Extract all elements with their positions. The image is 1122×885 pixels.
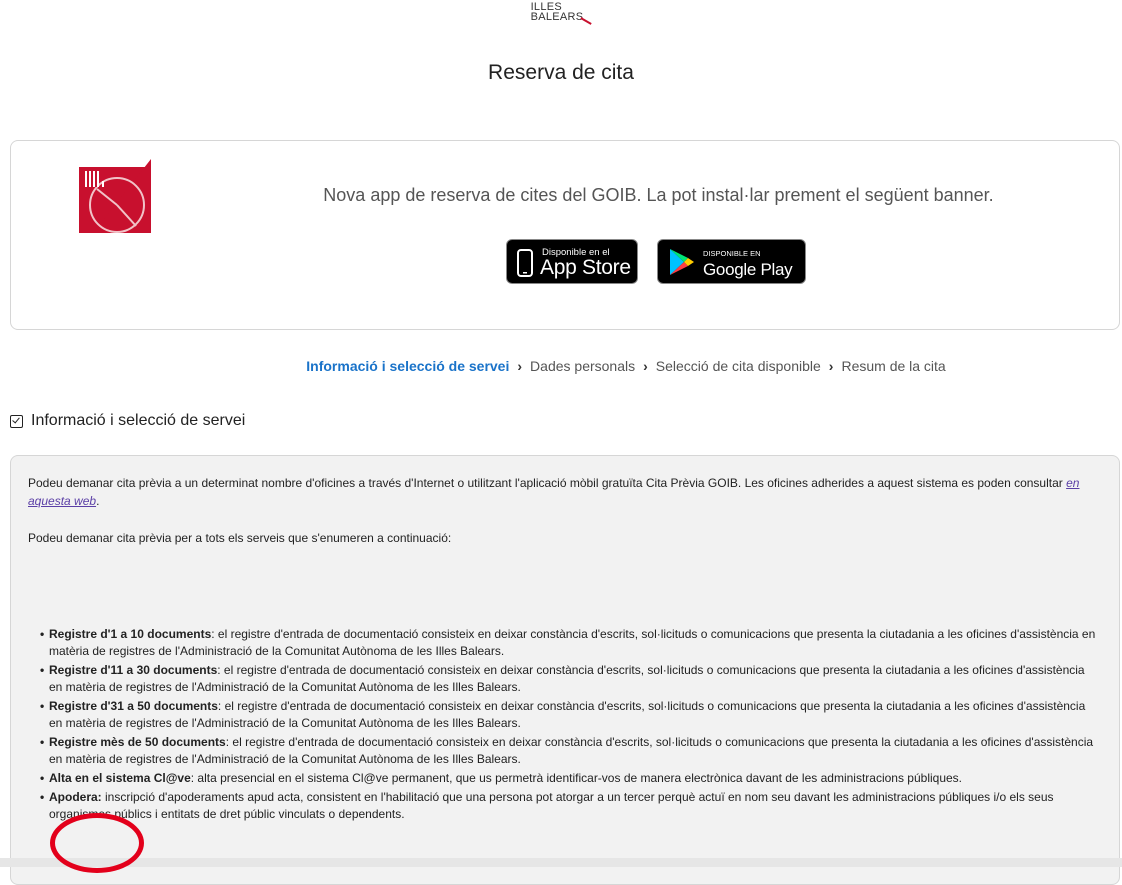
section-title: Informació i selecció de servei <box>31 412 246 429</box>
info-panel: Podeu demanar cita prèvia a un determina… <box>10 455 1120 885</box>
service-name: Registre mès de 50 documents <box>49 735 226 749</box>
goib-logo[interactable]: ILLES BALEARS <box>0 0 1122 25</box>
phone-icon <box>517 249 533 277</box>
google-play-label: Google Play <box>703 260 793 279</box>
service-desc: : alta presencial en el sistema Cl@ve pe… <box>190 771 963 785</box>
intro-text-end: . <box>96 494 100 508</box>
checkbox-checked-icon <box>10 414 23 428</box>
step-select-appointment: Selecció de cita disponible <box>655 358 821 374</box>
service-name: Registre d'31 a 50 documents <box>49 699 218 713</box>
app-store-label: App Store <box>540 256 631 279</box>
chevron-right-icon: › <box>517 358 523 374</box>
service-item: Registre mès de 50 documents: el registr… <box>40 734 1099 768</box>
service-item: Registre d'11 a 30 documents: el registr… <box>40 662 1099 696</box>
service-name: Registre d'11 a 30 documents <box>49 663 218 677</box>
app-banner: Nova app de reserva de cites del GOIB. L… <box>10 140 1120 330</box>
service-name: Alta en el sistema Cl@ve <box>49 771 191 785</box>
chevron-right-icon: › <box>643 358 648 374</box>
google-play-small-label: DISPONIBLE EN <box>703 249 761 258</box>
intro-text: Podeu demanar cita prèvia a un determina… <box>28 476 1067 490</box>
google-play-button[interactable]: DISPONIBLE EN Google Play <box>657 239 806 284</box>
step-service-selection[interactable]: Informació i selecció de servei <box>306 358 509 374</box>
service-item: Registre d'31 a 50 documents: el registr… <box>40 698 1099 732</box>
service-desc: inscripció d'apoderaments apud acta, con… <box>49 790 1054 821</box>
bottom-bar <box>0 858 1122 867</box>
chevron-right-icon: › <box>828 358 834 374</box>
step-summary: Resum de la cita <box>841 358 946 374</box>
service-item: Registre d'1 a 10 documents: el registre… <box>40 626 1099 660</box>
logo-text: ILLES BALEARS <box>530 2 593 25</box>
annotation-circle <box>50 813 144 873</box>
service-name: Apodera: <box>49 790 102 804</box>
app-store-button[interactable]: Disponible en el App Store <box>506 239 638 284</box>
intro-paragraph: Podeu demanar cita prèvia a un determina… <box>28 474 1088 510</box>
step-personal-data: Dades personals <box>530 358 636 374</box>
service-item: Alta en el sistema Cl@ve: alta presencia… <box>40 770 1099 787</box>
services-intro: Podeu demanar cita prèvia per a tots els… <box>28 531 452 545</box>
breadcrumb-stepper: Informació i selecció de servei › Dades pe… <box>0 358 1122 374</box>
banner-text: Nova app de reserva de cites del GOIB. L… <box>323 185 994 205</box>
service-item: Apodera: inscripció d'apoderaments apud … <box>40 789 1099 823</box>
services-list: Registre d'1 a 10 documents: el registre… <box>40 626 1099 825</box>
page-title: Reserva de cita <box>488 61 634 84</box>
service-name: Registre d'1 a 10 documents <box>49 627 212 641</box>
google-play-icon <box>670 249 694 275</box>
logo-line-2: BALEARS <box>530 11 584 23</box>
section-header: Informació i selecció de servei <box>10 412 245 430</box>
